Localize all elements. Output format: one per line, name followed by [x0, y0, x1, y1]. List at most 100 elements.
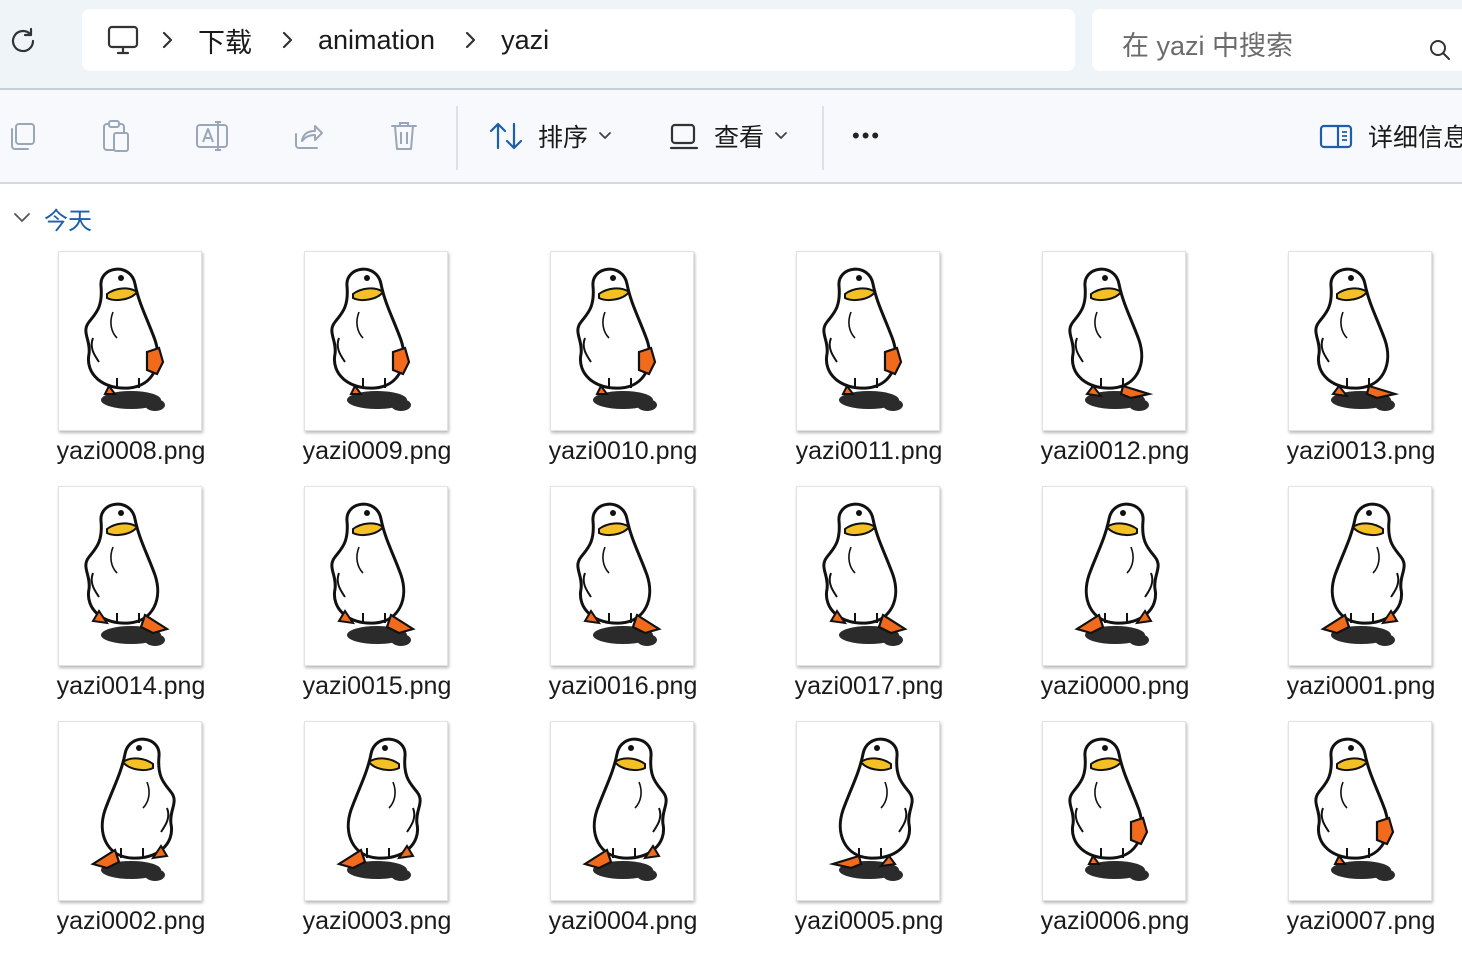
file-name[interactable]: yazi0016.png	[492, 672, 754, 701]
file-thumbnail[interactable]	[796, 486, 940, 666]
file-thumbnail[interactable]	[796, 721, 940, 901]
share-icon	[295, 125, 323, 149]
file-name[interactable]: yazi0015.png	[246, 672, 508, 701]
file-name[interactable]: yazi0009.png	[246, 437, 508, 466]
file-item[interactable]: yazi0005.png	[738, 721, 984, 953]
file-thumbnail[interactable]	[58, 721, 202, 901]
breadcrumb[interactable]: 下载 animation yazi	[82, 9, 1075, 71]
file-name[interactable]: yazi0011.png	[738, 437, 1000, 466]
duck-thumbnail-icon	[330, 267, 411, 411]
chevron-right-icon[interactable]	[459, 30, 481, 50]
file-thumbnail[interactable]	[550, 251, 694, 431]
file-thumbnail[interactable]	[1042, 721, 1186, 901]
file-item[interactable]: yazi0010.png	[492, 251, 738, 483]
refresh-button[interactable]	[6, 24, 40, 58]
file-thumbnail[interactable]	[58, 251, 202, 431]
file-item[interactable]: yazi0012.png	[984, 251, 1230, 483]
file-item[interactable]: yazi0007.png	[1230, 721, 1462, 953]
refresh-icon	[11, 27, 35, 53]
details-pane-button[interactable]: 详细信息	[1318, 112, 1462, 160]
file-thumbnail[interactable]	[550, 486, 694, 666]
computer-icon	[107, 25, 139, 55]
file-item[interactable]: yazi0008.png	[0, 251, 246, 483]
divider	[456, 106, 458, 170]
delete-icon	[391, 122, 417, 150]
file-item[interactable]: yazi0009.png	[246, 251, 492, 483]
duck-thumbnail-icon	[576, 502, 662, 646]
file-item[interactable]: yazi0011.png	[738, 251, 984, 483]
file-name[interactable]: yazi0006.png	[984, 907, 1246, 936]
file-item[interactable]: yazi0001.png	[1230, 486, 1462, 718]
breadcrumb-item-animation[interactable]: animation	[308, 25, 445, 56]
file-name[interactable]: yazi0004.png	[492, 907, 754, 936]
file-thumbnail[interactable]	[796, 251, 940, 431]
search-input[interactable]: 在 yazi 中搜索	[1092, 9, 1462, 71]
file-name[interactable]: yazi0005.png	[738, 907, 1000, 936]
file-name[interactable]: yazi0010.png	[492, 437, 754, 466]
address-bar-row: 下载 animation yazi 在 yazi 中搜索	[0, 0, 1462, 89]
file-thumbnail[interactable]	[1042, 486, 1186, 666]
file-item[interactable]: yazi0014.png	[0, 486, 246, 718]
file-name[interactable]: yazi0007.png	[1230, 907, 1462, 936]
duck-thumbnail-icon	[1074, 502, 1160, 646]
view-button[interactable]: 查看	[668, 112, 788, 160]
details-pane-icon	[1319, 124, 1353, 149]
paste-icon	[103, 120, 129, 152]
more-icon: •••	[852, 123, 882, 148]
file-thumbnail[interactable]	[304, 486, 448, 666]
breadcrumb-item-yazi[interactable]: yazi	[491, 25, 559, 56]
file-item[interactable]: yazi0017.png	[738, 486, 984, 718]
breadcrumb-item-downloads[interactable]: 下载	[188, 21, 262, 60]
breadcrumb-computer[interactable]	[106, 22, 142, 58]
divider	[822, 106, 824, 170]
group-header-today[interactable]: 今天	[12, 200, 92, 236]
more-options-button[interactable]: •••	[852, 112, 881, 160]
file-thumbnail[interactable]	[58, 486, 202, 666]
duck-thumbnail-icon	[582, 737, 668, 881]
file-name[interactable]: yazi0014.png	[0, 672, 262, 701]
file-item[interactable]: yazi0003.png	[246, 721, 492, 953]
sort-button[interactable]: 排序	[488, 112, 612, 160]
file-thumbnail[interactable]	[304, 721, 448, 901]
details-label: 详细信息	[1368, 124, 1462, 152]
file-name[interactable]: yazi0001.png	[1230, 672, 1462, 701]
file-thumbnail[interactable]	[1288, 486, 1432, 666]
copy-button[interactable]	[2, 116, 42, 156]
delete-button[interactable]	[384, 116, 424, 156]
file-item[interactable]: yazi0004.png	[492, 721, 738, 953]
duck-thumbnail-icon	[1314, 737, 1395, 881]
file-item[interactable]: yazi0000.png	[984, 486, 1230, 718]
file-item[interactable]: yazi0013.png	[1230, 251, 1462, 483]
file-item[interactable]: yazi0015.png	[246, 486, 492, 718]
chevron-down-icon[interactable]	[12, 211, 32, 225]
file-name[interactable]: yazi0012.png	[984, 437, 1246, 466]
divider	[0, 182, 1462, 184]
file-name[interactable]: yazi0002.png	[0, 907, 262, 936]
duck-thumbnail-icon	[330, 502, 416, 646]
file-item[interactable]: yazi0002.png	[0, 721, 246, 953]
file-name[interactable]: yazi0017.png	[738, 672, 1000, 701]
paste-button[interactable]	[96, 116, 136, 156]
view-label: 查看	[714, 124, 765, 152]
file-thumbnail[interactable]	[1288, 721, 1432, 901]
chevron-right-icon[interactable]	[276, 30, 298, 50]
file-thumbnail[interactable]	[1042, 251, 1186, 431]
file-name[interactable]: yazi0000.png	[984, 672, 1246, 701]
rename-button[interactable]	[192, 116, 232, 156]
share-button[interactable]	[288, 116, 328, 156]
file-thumbnail[interactable]	[304, 251, 448, 431]
file-thumbnail[interactable]	[1288, 251, 1432, 431]
file-name[interactable]: yazi0003.png	[246, 907, 508, 936]
chevron-down-icon	[598, 131, 612, 141]
file-item[interactable]: yazi0016.png	[492, 486, 738, 718]
file-item[interactable]: yazi0006.png	[984, 721, 1230, 953]
sort-label: 排序	[538, 124, 589, 152]
chevron-down-icon	[774, 131, 788, 141]
search-icon[interactable]	[1428, 38, 1452, 62]
rename-icon	[196, 121, 228, 151]
duck-thumbnail-icon	[822, 267, 903, 411]
file-thumbnail[interactable]	[550, 721, 694, 901]
file-name[interactable]: yazi0008.png	[0, 437, 262, 466]
file-name[interactable]: yazi0013.png	[1230, 437, 1462, 466]
chevron-right-icon[interactable]	[156, 30, 178, 50]
